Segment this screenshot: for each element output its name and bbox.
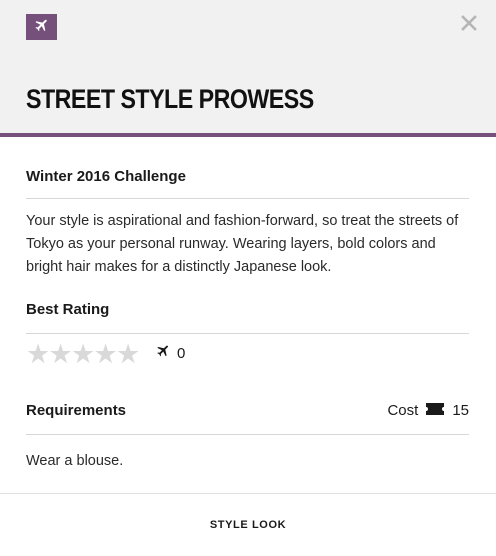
star-rating: ★ ★ ★ ★ ★ (26, 339, 141, 369)
ticket-icon (426, 401, 445, 421)
divider (26, 333, 469, 334)
requirements-header: Requirements Cost 15 (26, 401, 469, 421)
close-icon (461, 14, 477, 36)
requirements-title: Requirements (26, 402, 127, 419)
challenge-title: Winter 2016 Challenge (26, 168, 186, 185)
cost-label: Cost (387, 402, 419, 419)
modal-footer: STYLE LOOK (0, 494, 496, 556)
requirement-item: Wear a blouse. (26, 453, 124, 469)
challenge-badge (26, 14, 57, 40)
plays-count: 0 (156, 343, 185, 364)
challenge-modal: STREET STYLE PROWESS Winter 2016 Challen… (0, 0, 496, 556)
challenge-description: Your style is aspirational and fashion-f… (26, 213, 459, 275)
divider (26, 198, 469, 199)
plays-count-value: 0 (177, 344, 186, 362)
star-icon: ★ (48, 339, 73, 369)
modal-header: STREET STYLE PROWESS (0, 0, 496, 133)
star-icon: ★ (116, 339, 141, 369)
star-icon: ★ (71, 339, 96, 369)
style-look-button[interactable]: STYLE LOOK (200, 513, 296, 537)
best-rating-title: Best Rating (26, 301, 110, 318)
header-divider (0, 133, 496, 137)
page-title: STREET STYLE PROWESS (26, 84, 314, 114)
cost-value: 15 (452, 402, 469, 419)
star-icon: ★ (93, 339, 118, 369)
divider (26, 434, 469, 435)
cost: Cost 15 (387, 401, 469, 421)
close-button[interactable] (458, 14, 480, 36)
star-icon: ★ (26, 339, 51, 369)
airplane-icon (156, 343, 171, 364)
airplane-icon (34, 17, 50, 38)
